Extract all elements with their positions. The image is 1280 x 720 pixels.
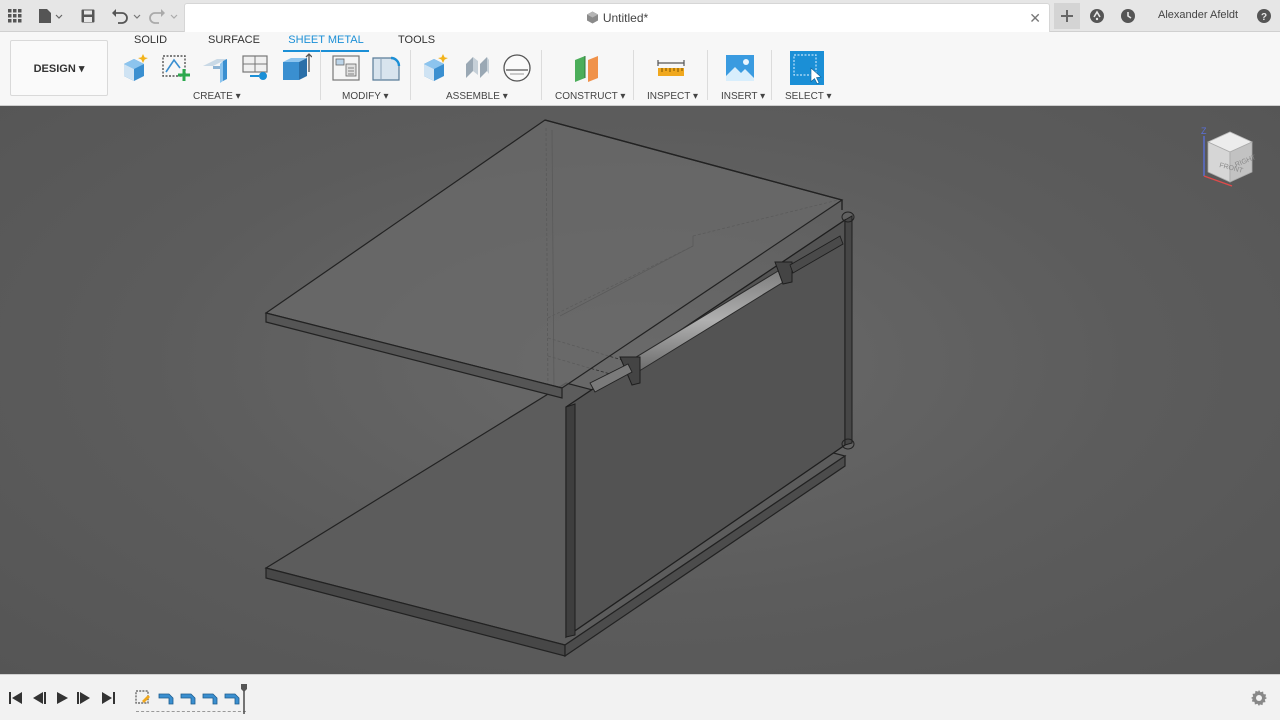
tab-surface[interactable]: SURFACE [208,34,260,52]
workspace-switcher[interactable]: DESIGN ▾ [10,40,108,96]
document-title: Untitled* [185,11,1049,25]
fillet-icon[interactable] [370,52,402,84]
ribbon-separator [633,50,634,100]
front-wall-side [844,215,853,446]
timeline-sketch-feature-icon[interactable] [134,688,152,706]
ribbon-separator [707,50,708,100]
tab-solid[interactable]: SOLID [134,34,167,52]
toolbar-ribbon: DESIGN ▾ SOLID SURFACE SHEET METAL TOOLS… [0,32,1280,106]
close-tab-icon[interactable]: ✕ [1029,10,1041,27]
timeline-track [136,711,246,712]
new-tab-icon[interactable] [1054,3,1080,29]
timeline-flange-feature-icon[interactable] [201,688,219,706]
title-bar: Untitled* ✕ Alexander Afeldt ? [0,0,1280,32]
measure-icon[interactable] [655,52,687,84]
tab-tools[interactable]: TOOLS [398,34,435,52]
insert-group-label[interactable]: INSERT ▾ [721,91,765,102]
redo-icon[interactable] [146,5,180,27]
timeline-flange-feature-icon[interactable] [179,688,197,706]
undo-icon[interactable] [109,5,143,27]
extensions-icon[interactable] [1088,5,1106,27]
step-forward-icon[interactable] [76,690,92,706]
save-icon[interactable] [79,5,97,27]
document-title-text: Untitled* [602,11,649,25]
new-component-assemble-icon[interactable] [420,52,452,84]
extrude-icon[interactable] [280,52,312,84]
ribbon-separator [320,50,321,100]
document-tab[interactable]: Untitled* ✕ [184,3,1050,32]
timeline-marker[interactable] [241,684,247,714]
canvas-viewport[interactable]: Z FRONT RIGHT [0,106,1280,674]
create-sketch-icon[interactable] [160,52,192,84]
modify-group-label[interactable]: MODIFY ▾ [342,91,389,102]
go-to-start-icon[interactable] [8,690,24,706]
user-name[interactable]: Alexander Afeldt [1158,9,1238,21]
ribbon-separator [410,50,411,100]
construct-group-label[interactable]: CONSTRUCT ▾ [555,91,625,102]
go-to-end-icon[interactable] [100,690,116,706]
help-icon[interactable]: ? [1255,5,1273,27]
ribbon-separator [771,50,772,100]
press-pull-icon[interactable] [330,52,362,84]
sheet-metal-model[interactable] [0,106,1280,674]
ribbon-separator [541,50,542,100]
z-axis-label: Z [1201,126,1207,136]
play-icon[interactable] [54,690,70,706]
assemble-group-label[interactable]: ASSEMBLE ▾ [446,91,508,102]
offset-plane-icon[interactable] [572,52,604,84]
front-wall-edge [565,403,576,638]
inspect-group-label[interactable]: INSPECT ▾ [647,91,698,102]
unfold-icon[interactable] [240,52,272,84]
model-cube-icon [586,11,598,24]
tab-sheet-metal[interactable]: SHEET METAL [283,34,369,52]
job-status-icon[interactable] [1119,5,1137,27]
create-group-label[interactable]: CREATE ▾ [193,91,241,102]
svg-text:?: ? [1261,12,1267,23]
timeline-bar [0,674,1280,720]
view-cube[interactable]: Z FRONT RIGHT [1198,122,1258,190]
select-icon[interactable] [789,50,825,86]
insert-image-icon[interactable] [724,52,756,84]
apps-grid-icon[interactable] [6,5,24,27]
timeline-flange-feature-icon[interactable] [223,688,241,706]
file-menu-icon[interactable] [36,5,64,27]
as-built-joint-icon[interactable] [501,52,533,84]
timeline-settings-gear-icon[interactable] [1250,689,1268,707]
joint-icon[interactable] [461,52,493,84]
flange-icon[interactable] [200,52,232,84]
select-group-label[interactable]: SELECT ▾ [785,91,832,102]
timeline-flange-feature-icon[interactable] [157,688,175,706]
new-component-icon[interactable] [120,52,152,84]
step-back-icon[interactable] [31,690,47,706]
